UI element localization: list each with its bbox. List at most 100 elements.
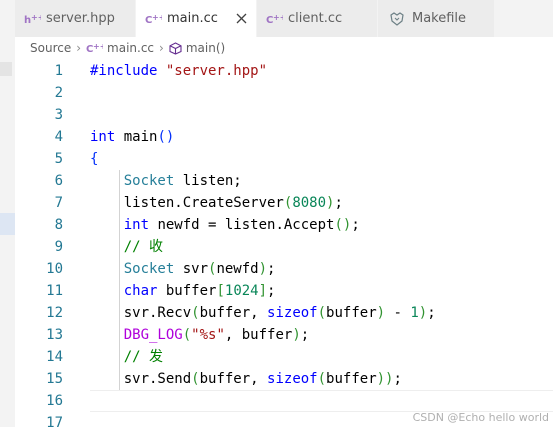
tab-label: main.cc (167, 11, 218, 26)
code-token: sizeof (267, 305, 318, 321)
code-token: DBG_LOG (123, 327, 183, 343)
line-number: 10 (46, 261, 63, 277)
code-token: () (157, 129, 175, 145)
code-line[interactable]: 6 Socket listen; (15, 170, 553, 192)
code-token: sizeof (267, 371, 318, 387)
code-text: listen.CreateServer(8080); (90, 192, 343, 214)
code-token: Socket (123, 173, 175, 189)
code-text: char buffer[1024]; (90, 280, 276, 302)
tab-makefile[interactable]: Makefile (378, 0, 495, 37)
tab-main-cc[interactable]: C ++ main.cc (136, 0, 257, 37)
line-number: 3 (54, 107, 63, 123)
code-text: Socket svr(newfd); (90, 258, 276, 280)
makefile-icon (390, 11, 404, 26)
code-line[interactable]: 2 (15, 82, 553, 104)
code-line[interactable]: 12 svr.Recv(buffer, sizeof(buffer) - 1); (15, 302, 553, 324)
code-text: svr.Send(buffer, sizeof(buffer)); (90, 368, 402, 390)
code-token: int (90, 129, 116, 145)
code-token: buffer (157, 283, 217, 299)
editor-tab-bar: h ++ server.hpp C ++ main.cc C ++ client… (0, 0, 553, 37)
tab-label: Makefile (412, 11, 467, 26)
code-text: int newfd = listen.Accept(); (90, 214, 360, 236)
code-token: { (90, 151, 99, 167)
code-token: buffer, (199, 371, 268, 387)
line-number: 11 (46, 283, 63, 299)
code-token: 8080 (292, 195, 327, 211)
code-token: - (385, 305, 411, 321)
line-number: 15 (46, 371, 63, 387)
code-text: // 收 (90, 236, 163, 258)
tab-label: server.hpp (46, 11, 115, 26)
line-number: 5 (54, 151, 63, 167)
chevron-right-icon: › (76, 41, 82, 55)
line-number: 13 (46, 327, 63, 343)
line-number: 2 (54, 85, 63, 101)
svg-text:++: ++ (93, 42, 103, 51)
code-text: #include "server.hpp" (90, 60, 267, 82)
code-text: int main() (90, 126, 174, 148)
line-number: 4 (54, 129, 63, 145)
breadcrumb: Source › C ++ main.cc › main() (30, 38, 225, 58)
code-line[interactable]: 9 // 收 (15, 236, 553, 258)
code-line[interactable]: 1 #include "server.hpp" (15, 60, 553, 82)
cube-icon (169, 41, 182, 55)
code-token: ; (351, 217, 360, 233)
line-number: 9 (54, 239, 63, 255)
code-token: char (123, 283, 158, 299)
code-line[interactable]: 3 (15, 104, 553, 126)
cpp-file-icon: C ++ (266, 13, 283, 25)
code-token: ] (258, 283, 268, 299)
code-line[interactable]: 10 Socket svr(newfd); (15, 258, 553, 280)
code-token: ; (334, 195, 343, 211)
code-text: DBG_LOG("%s", buffer); (90, 324, 309, 346)
tab-server-hpp[interactable]: h ++ server.hpp (15, 0, 136, 37)
code-line[interactable]: 8 int newfd = listen.Accept(); (15, 214, 553, 236)
code-token: () (334, 217, 352, 233)
code-token: listen; (174, 173, 242, 189)
line-number: 16 (46, 393, 63, 409)
chevron-right-icon: › (159, 41, 164, 55)
breadcrumb-folder[interactable]: Source (30, 41, 71, 55)
code-line[interactable]: 13 DBG_LOG("%s", buffer); (15, 324, 553, 346)
code-line[interactable]: 11 char buffer[1024]; (15, 280, 553, 302)
tab-client-cc[interactable]: C ++ client.cc (257, 0, 378, 37)
code-line[interactable]: 4 int main() (15, 126, 553, 148)
breadcrumb-symbol[interactable]: main() (186, 41, 225, 55)
svg-text:++: ++ (152, 13, 162, 22)
code-text: // 发 (90, 346, 163, 368)
code-token: ; (300, 327, 310, 343)
code-token: ( (182, 327, 192, 343)
code-token: ; (427, 305, 436, 321)
code-token: ; (267, 283, 276, 299)
code-token: main (115, 129, 158, 145)
code-line[interactable]: 7 listen.CreateServer(8080); (15, 192, 553, 214)
line-number: 17 (46, 415, 63, 431)
code-token: ( (317, 305, 327, 321)
code-text: Socket listen; (90, 170, 242, 192)
code-token: Socket (123, 261, 175, 277)
code-token: ) (418, 305, 428, 321)
current-line-highlight (90, 390, 553, 412)
code-token: )) (376, 371, 394, 387)
code-token: ) (376, 305, 386, 321)
code-token: ; (393, 371, 402, 387)
code-token: svr (174, 261, 209, 277)
code-token: ) (292, 327, 301, 343)
code-line[interactable]: 15 svr.Send(buffer, sizeof(buffer)); (15, 368, 553, 390)
code-token: svr.Send (90, 371, 192, 387)
code-token: 1024 (224, 283, 259, 299)
code-token: , buffer (224, 327, 293, 343)
panel-edge-marker (0, 62, 12, 76)
code-line[interactable]: 14 // 发 (15, 346, 553, 368)
code-line[interactable]: 5{ (15, 148, 553, 170)
breadcrumb-file[interactable]: main.cc (107, 41, 154, 55)
close-icon[interactable] (235, 12, 248, 25)
code-token: "%s" (191, 327, 225, 343)
code-editor[interactable]: 1 #include "server.hpp" 2 3 4 int main() 5{6 S… (15, 59, 553, 431)
